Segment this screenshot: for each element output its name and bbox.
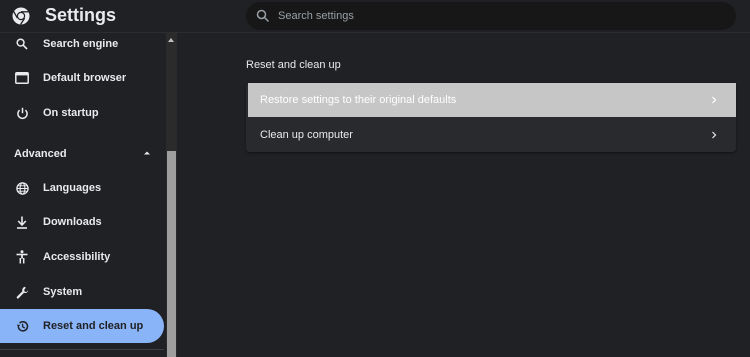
sidebar-item-label: Search engine: [43, 38, 119, 50]
sidebar-scrollbar[interactable]: [166, 33, 177, 357]
sidebar-item-label: Default browser: [43, 72, 127, 84]
history-icon: [14, 318, 30, 334]
sidebar-item-label: Languages: [43, 182, 102, 194]
wrench-icon: [14, 284, 30, 300]
row-label: Clean up computer: [260, 129, 353, 141]
search-icon: [14, 36, 30, 52]
sidebar-item-label: Reset and clean up: [43, 320, 144, 332]
chrome-logo-icon: [12, 7, 30, 25]
sidebar-item-languages[interactable]: Languages: [0, 171, 164, 205]
sidebar-item-label: On startup: [43, 107, 99, 119]
sidebar-item-label: Downloads: [43, 216, 102, 228]
chevron-right-icon: [712, 96, 717, 104]
globe-icon: [14, 180, 30, 196]
reset-card: Restore settings to their original defau…: [246, 83, 736, 152]
scroll-thumb[interactable]: [167, 151, 176, 357]
sidebar-item-reset-and-clean-up[interactable]: Reset and clean up: [0, 309, 164, 343]
advanced-label: Advanced: [14, 148, 67, 160]
sidebar-item-on-startup[interactable]: On startup: [0, 96, 164, 130]
scroll-up-arrow-icon[interactable]: [168, 38, 174, 42]
sidebar-item-label: System: [43, 286, 83, 298]
sidebar-item-default-browser[interactable]: Default browser: [0, 61, 164, 95]
advanced-section-toggle[interactable]: Advanced: [0, 139, 164, 169]
sidebar-item-label: Accessibility: [43, 251, 111, 263]
sidebar: Search engine Default browser On startup…: [0, 33, 166, 357]
browser-window-icon: [14, 70, 30, 86]
power-icon: [14, 105, 30, 121]
search-bar[interactable]: [246, 2, 736, 30]
search-input[interactable]: [278, 2, 718, 30]
section-title: Reset and clean up: [246, 59, 341, 71]
sidebar-item-system[interactable]: System: [0, 275, 164, 309]
download-icon: [14, 214, 30, 230]
sidebar-item-accessibility[interactable]: Accessibility: [0, 240, 164, 274]
search-icon: [256, 9, 270, 23]
top-bar: Settings: [0, 0, 750, 33]
sidebar-item-downloads[interactable]: Downloads: [0, 205, 164, 239]
chevron-right-icon: [712, 131, 717, 139]
sidebar-divider: [0, 349, 164, 350]
row-label: Restore settings to their original defau…: [260, 94, 457, 106]
chevron-up-icon: [144, 151, 150, 155]
clean-up-computer-row[interactable]: Clean up computer: [246, 118, 736, 152]
restore-settings-row[interactable]: Restore settings to their original defau…: [248, 83, 736, 117]
accessibility-icon: [14, 249, 30, 265]
main-content: Reset and clean up Restore settings to t…: [177, 33, 750, 357]
sidebar-item-search-engine[interactable]: Search engine: [0, 33, 164, 61]
app-title: Settings: [45, 5, 117, 25]
